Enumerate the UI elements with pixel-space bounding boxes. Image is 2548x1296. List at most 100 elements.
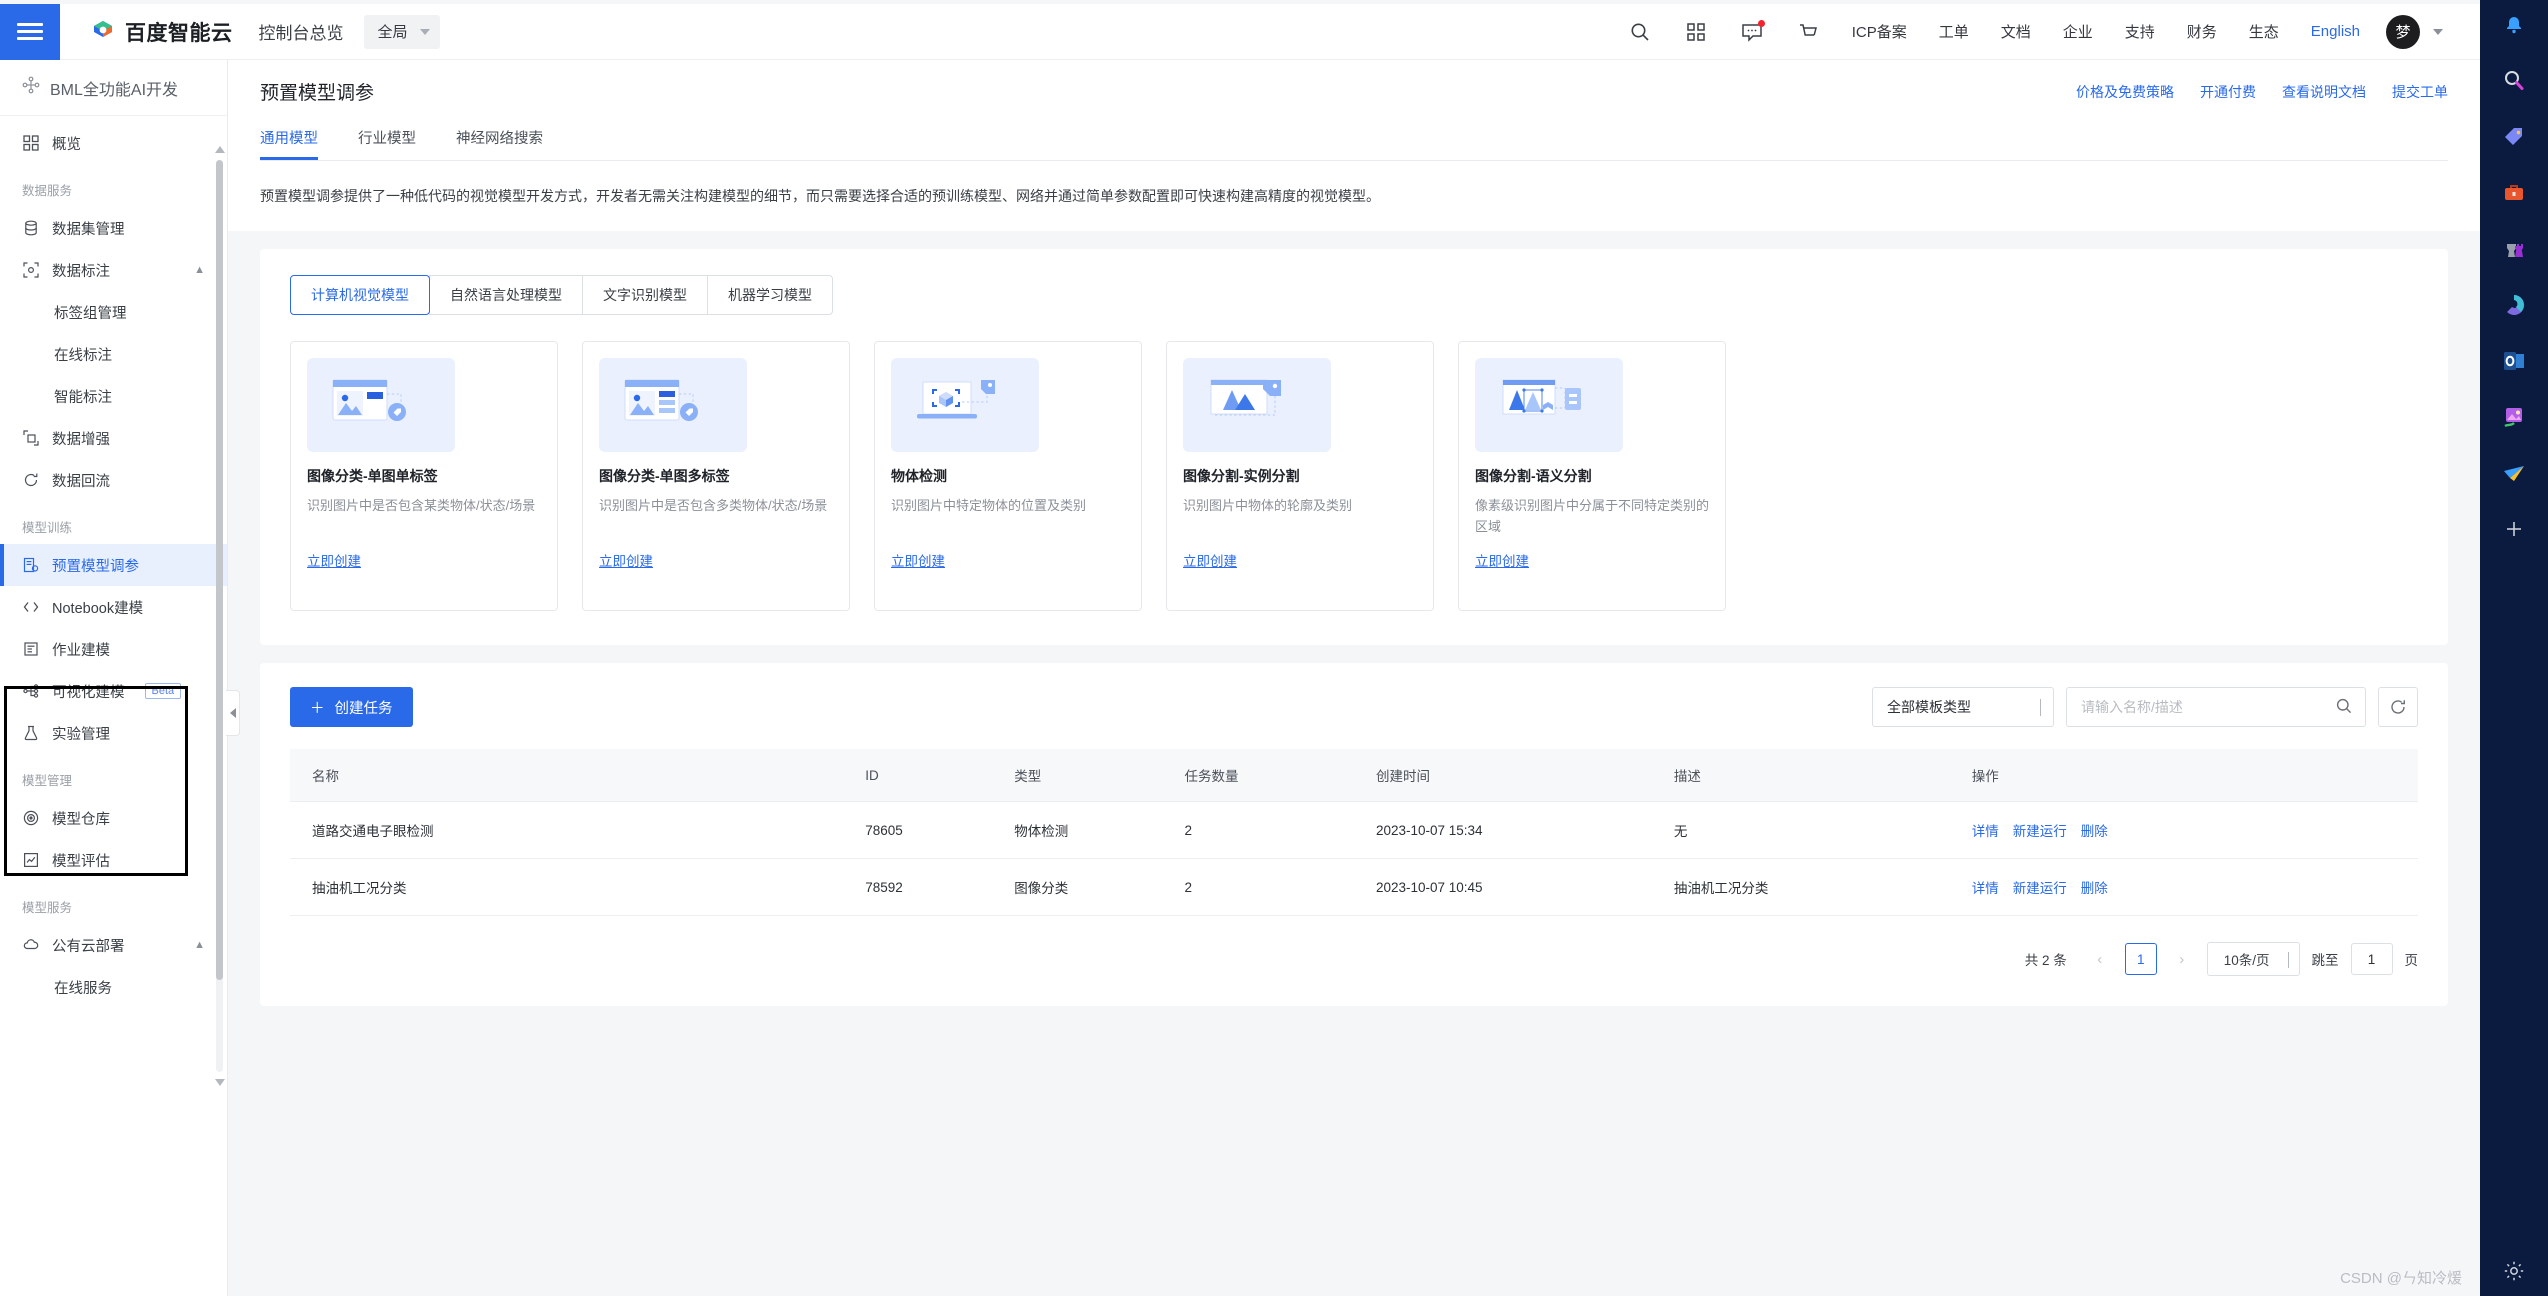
- nav-link-support[interactable]: 支持: [2109, 21, 2171, 42]
- model-card[interactable]: 图像分割-语义分割 像素级识别图片中分属于不同特定类别的区域 立即创建: [1458, 341, 1726, 612]
- sidebar-item-visual-modeling[interactable]: 可视化建模 Beta: [0, 670, 227, 712]
- avatar-chevron-down-icon[interactable]: [2420, 4, 2456, 60]
- scope-value: 全局: [377, 24, 408, 41]
- action-new-run[interactable]: 新建运行: [2013, 820, 2067, 840]
- outlook-icon[interactable]: [2497, 344, 2531, 378]
- action-new-run[interactable]: 新建运行: [2013, 877, 2067, 897]
- search-icon[interactable]: [1612, 4, 1668, 60]
- scroll-down-arrow-icon[interactable]: [215, 1079, 225, 1086]
- sidebar-item-data-annotation[interactable]: 数据标注 ▲: [0, 249, 227, 291]
- tab-industry-model[interactable]: 行业模型: [358, 127, 416, 160]
- sidebar-item-experiment-management[interactable]: 实验管理: [0, 712, 227, 754]
- scroll-up-arrow-icon[interactable]: [215, 146, 225, 153]
- model-card[interactable]: 图像分割-实例分割 识别图片中物体的轮廓及类别 立即创建: [1166, 341, 1434, 612]
- search-box[interactable]: [2066, 687, 2366, 728]
- message-badge-dot: [1757, 19, 1765, 27]
- sidebar-item-notebook-modeling[interactable]: Notebook建模: [0, 586, 227, 628]
- search-tool-icon[interactable]: [2497, 64, 2531, 98]
- sidebar-item-label-group-management[interactable]: 标签组管理: [0, 291, 227, 333]
- action-delete[interactable]: 删除: [2081, 877, 2108, 897]
- add-icon[interactable]: [2497, 512, 2531, 546]
- table-row[interactable]: 道路交通电子眼检测 78605 物体检测 2 2023-10-07 15:34 …: [290, 801, 2418, 860]
- message-icon[interactable]: [1724, 4, 1780, 60]
- language-switch-link[interactable]: English: [2295, 23, 2376, 40]
- nav-link-docs[interactable]: 文档: [1985, 21, 2047, 42]
- page-number-1[interactable]: 1: [2124, 943, 2157, 976]
- model-card[interactable]: 物体检测 识别图片中特定物体的位置及类别 立即创建: [874, 341, 1142, 612]
- model-card[interactable]: 图像分类-单图多标签 识别图片中是否包含多类物体/状态/场景 立即创建: [582, 341, 850, 612]
- template-type-select[interactable]: 全部模板类型: [1872, 687, 2054, 728]
- page-size-select[interactable]: 10条/页: [2206, 942, 2300, 977]
- next-page-button[interactable]: ›: [2169, 944, 2195, 974]
- nav-link-icp[interactable]: ICP备案: [1836, 21, 1923, 42]
- sidebar-collapse-handle[interactable]: [226, 690, 240, 736]
- create-now-link[interactable]: 立即创建: [307, 550, 361, 570]
- hamburger-icon[interactable]: [0, 3, 60, 60]
- sidebar-item-smart-annotation[interactable]: 智能标注: [0, 375, 227, 417]
- briefcase-icon[interactable]: [2497, 176, 2531, 210]
- link-submit-ticket[interactable]: 提交工单: [2392, 82, 2448, 102]
- search-input[interactable]: [2081, 699, 2335, 716]
- prev-page-button[interactable]: ‹: [2087, 944, 2113, 974]
- nav-link-enterprise[interactable]: 企业: [2047, 21, 2109, 42]
- sidebar-item-data-backflow[interactable]: 数据回流: [0, 459, 227, 501]
- create-now-link[interactable]: 立即创建: [599, 550, 653, 570]
- send-plane-icon[interactable]: [2497, 456, 2531, 490]
- sidebar-product-title[interactable]: BML全功能AI开发: [0, 60, 227, 116]
- nav-link-ecosystem[interactable]: 生态: [2233, 21, 2295, 42]
- seg-ml-model[interactable]: 机器学习模型: [707, 275, 833, 316]
- link-pricing-policy[interactable]: 价格及免费策略: [2076, 82, 2174, 102]
- apps-grid-icon[interactable]: [1668, 4, 1724, 60]
- nav-link-ticket[interactable]: 工单: [1923, 21, 1985, 42]
- seg-cv-model[interactable]: 计算机视觉模型: [290, 275, 430, 316]
- search-icon[interactable]: [2335, 697, 2353, 718]
- console-overview-link[interactable]: 控制台总览: [259, 19, 344, 44]
- sidebar-item-model-evaluation[interactable]: 模型评估: [0, 839, 227, 881]
- sidebar-item-online-annotation[interactable]: 在线标注: [0, 333, 227, 375]
- nav-link-finance[interactable]: 财务: [2171, 21, 2233, 42]
- page-header: 预置模型调参 价格及免费策略 开通付费 查看说明文档 提交工单 通用模型 行业模…: [228, 60, 2480, 232]
- microsoft365-icon[interactable]: [2497, 288, 2531, 322]
- sidebar-item-model-repository[interactable]: 模型仓库: [0, 797, 227, 839]
- scrollbar-thumb[interactable]: [216, 160, 223, 980]
- table-row[interactable]: 抽油机工况分类 78592 图像分类 2 2023-10-07 10:45 抽油…: [290, 858, 2418, 917]
- scope-selector[interactable]: 全局: [363, 14, 440, 49]
- avatar[interactable]: 梦: [2386, 14, 2420, 49]
- chess-icon[interactable]: [2497, 232, 2531, 266]
- tag-icon[interactable]: [2497, 120, 2531, 154]
- col-task-count: 任务数量: [1162, 749, 1354, 803]
- refresh-button[interactable]: [2378, 687, 2418, 728]
- sidebar-scrollbar[interactable]: [215, 146, 225, 1086]
- link-enable-billing[interactable]: 开通付费: [2200, 82, 2256, 102]
- sidebar-item-public-cloud-deploy[interactable]: 公有云部署 ▲: [0, 924, 227, 966]
- sidebar-item-overview[interactable]: 概览: [0, 122, 227, 164]
- col-created: 创建时间: [1353, 749, 1652, 803]
- notification-bell-icon[interactable]: [2497, 8, 2531, 42]
- action-delete[interactable]: 删除: [2081, 820, 2108, 840]
- jump-page-input[interactable]: [2350, 943, 2393, 976]
- sidebar-item-dataset-management[interactable]: 数据集管理: [0, 207, 227, 249]
- create-now-link[interactable]: 立即创建: [891, 550, 945, 570]
- sidebar-item-online-service[interactable]: 在线服务: [0, 966, 227, 1008]
- sidebar-item-job-modeling[interactable]: 作业建模: [0, 628, 227, 670]
- sidebar-item-data-augmentation[interactable]: 数据增强: [0, 417, 227, 459]
- model-card[interactable]: 图像分类-单图单标签 识别图片中是否包含某类物体/状态/场景 立即创建: [290, 341, 558, 612]
- tab-general-model[interactable]: 通用模型: [260, 127, 318, 160]
- brand-logo-area[interactable]: 百度智能云: [90, 17, 233, 47]
- page-notice: 预置模型调参提供了一种低代码的视觉模型开发方式，开发者无需关注构建模型的细节，而…: [260, 161, 2448, 232]
- photo-editor-icon[interactable]: [2497, 400, 2531, 434]
- create-now-link[interactable]: 立即创建: [1183, 550, 1237, 570]
- link-view-docs[interactable]: 查看说明文档: [2282, 82, 2366, 102]
- tab-nas[interactable]: 神经网络搜索: [456, 127, 543, 160]
- settings-gear-icon[interactable]: [2497, 1254, 2531, 1288]
- cart-icon[interactable]: [1780, 4, 1836, 60]
- seg-nlp-model[interactable]: 自然语言处理模型: [429, 275, 583, 316]
- seg-ocr-model[interactable]: 文字识别模型: [582, 275, 708, 316]
- create-task-button[interactable]: ＋ 创建任务: [290, 687, 413, 728]
- cell-created: 2023-10-07 15:34: [1353, 801, 1652, 860]
- action-detail[interactable]: 详情: [1972, 820, 1999, 840]
- sidebar-item-preset-model-tuning[interactable]: 预置模型调参: [0, 544, 227, 586]
- cell-task-count: 2: [1162, 801, 1354, 860]
- action-detail[interactable]: 详情: [1972, 877, 1999, 897]
- create-now-link[interactable]: 立即创建: [1475, 550, 1529, 570]
